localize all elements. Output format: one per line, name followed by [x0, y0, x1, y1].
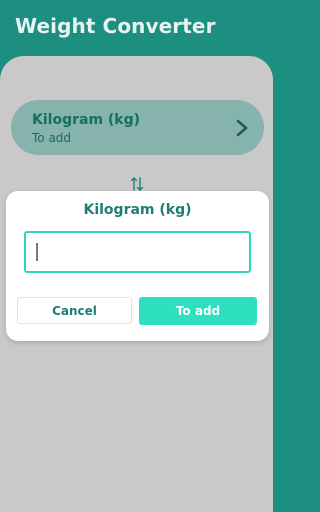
add-button[interactable]: To add [139, 297, 257, 325]
dialog-title: Kilogram (kg) [83, 202, 192, 218]
text-caret [36, 243, 38, 261]
chevron-right-icon [236, 119, 248, 137]
unit-card-name: Kilogram (kg) [32, 112, 141, 128]
unit-card-kilogram[interactable]: Kilogram (kg) To add [11, 100, 264, 155]
unit-card-subtitle: To add [32, 131, 72, 145]
input-dialog: Kilogram (kg) Cancel To add [6, 191, 269, 341]
cancel-button[interactable]: Cancel [17, 297, 132, 324]
value-input[interactable] [24, 231, 251, 273]
app-bar: Weight Converter [0, 0, 273, 60]
app-title: Weight Converter [15, 14, 216, 38]
